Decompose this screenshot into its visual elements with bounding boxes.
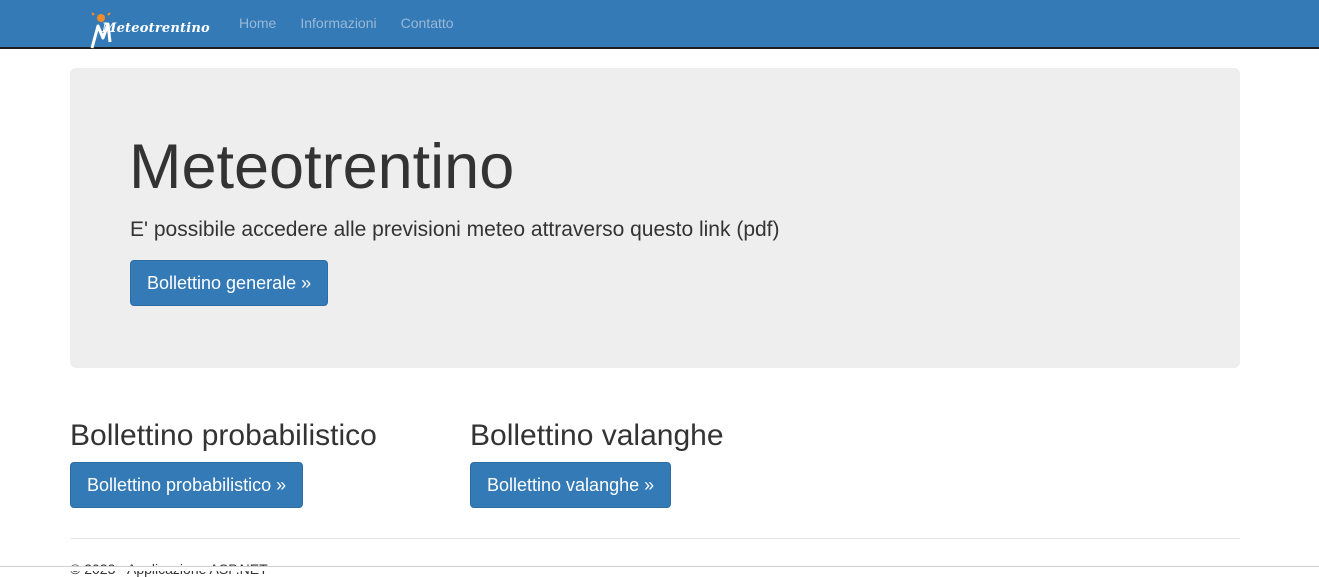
- heading-bollettino-valanghe: Bollettino valanghe: [470, 419, 724, 452]
- nav-home-link[interactable]: Home: [239, 15, 276, 31]
- bollettino-probabilistico-button[interactable]: Bollettino probabilistico »: [70, 462, 304, 508]
- lead-text: E' possibile accedere alle previsioni me…: [130, 218, 780, 241]
- jumbotron: Meteotrentino E' possibile accedere alle…: [70, 68, 1240, 368]
- nav-links: Home Informazioni Contatto: [239, 15, 478, 31]
- bollettino-generale-button[interactable]: Bollettino generale »: [130, 260, 329, 306]
- window-bottom-edge: [0, 566, 1319, 571]
- page-title: Meteotrentino: [129, 132, 515, 202]
- brand-text: Meteotrentino: [102, 21, 210, 36]
- brand-logo[interactable]: Meteotrentino: [88, 12, 210, 50]
- nav-contatto-link[interactable]: Contatto: [401, 15, 454, 31]
- heading-bollettino-probabilistico: Bollettino probabilistico: [70, 419, 377, 452]
- bollettino-valanghe-button[interactable]: Bollettino valanghe »: [470, 462, 672, 508]
- navbar: Meteotrentino Home Informazioni Contatto: [0, 0, 1319, 49]
- footer-divider: [70, 538, 1240, 539]
- nav-informazioni-link[interactable]: Informazioni: [300, 15, 376, 31]
